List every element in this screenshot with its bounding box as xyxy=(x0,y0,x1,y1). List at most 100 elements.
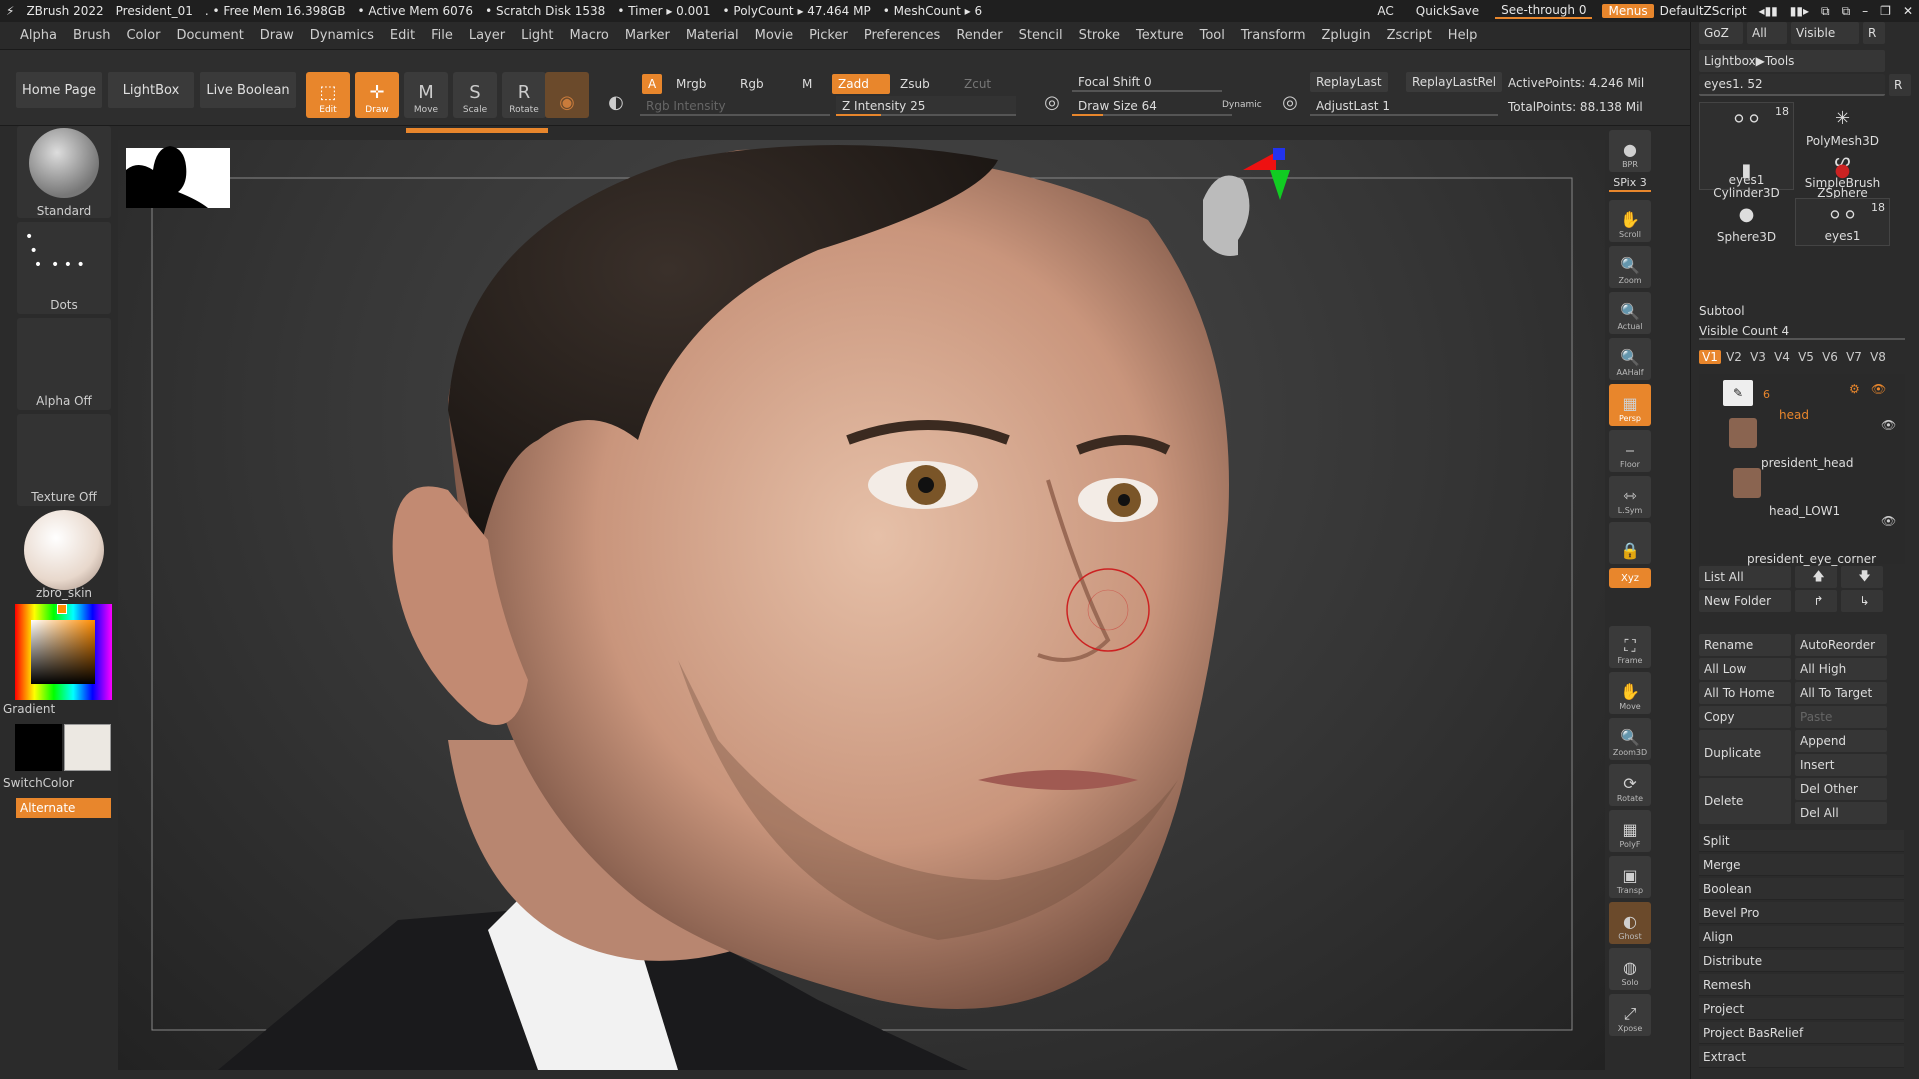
zcut-button[interactable]: Zcut xyxy=(958,74,997,94)
remesh-section[interactable]: Remesh xyxy=(1699,974,1904,996)
visibility-set-v2[interactable]: V2 xyxy=(1723,350,1745,364)
bevel-pro-section[interactable]: Bevel Pro xyxy=(1699,902,1904,924)
focal-shift-slider[interactable]: Focal Shift 0 xyxy=(1072,72,1222,92)
rgb-intensity-slider[interactable]: Rgb Intensity xyxy=(640,96,830,116)
close-icon[interactable]: ✕ xyxy=(1897,4,1919,18)
president-head-thumb[interactable] xyxy=(1729,418,1757,448)
ghost-button[interactable]: ◐ Ghost xyxy=(1609,902,1651,944)
zadd-button[interactable]: Zadd xyxy=(832,74,890,94)
lightbox-tools-button[interactable]: Lightbox▶Tools xyxy=(1699,50,1885,72)
ac-button[interactable]: AC xyxy=(1371,4,1399,18)
color-sphere-button[interactable]: ◐ xyxy=(594,72,638,118)
window-paste-icon[interactable]: ⧉ xyxy=(1836,4,1857,19)
zsub-button[interactable]: Zsub xyxy=(894,74,936,94)
visible-button[interactable]: Visible xyxy=(1791,22,1859,44)
menu-texture[interactable]: Texture xyxy=(1128,28,1192,43)
move-button[interactable]: ✋ Move xyxy=(1609,672,1651,714)
xpose-button[interactable]: ⤢ Xpose xyxy=(1609,994,1651,1036)
menu-edit[interactable]: Edit xyxy=(382,28,423,43)
tool-thumb-sphere3d[interactable]: ● Sphere3D xyxy=(1699,198,1794,246)
folder-gear-icon[interactable]: ⚙ xyxy=(1849,382,1860,396)
visibility-set-v8[interactable]: V8 xyxy=(1867,350,1889,364)
menu-zplugin[interactable]: Zplugin xyxy=(1314,28,1379,43)
material-sphere-button[interactable]: ◉ xyxy=(545,72,589,118)
xyz-button[interactable]: Xyz xyxy=(1609,568,1651,588)
lightbox-button[interactable]: LightBox xyxy=(108,72,194,108)
default-zscript-button[interactable]: DefaultZScript xyxy=(1654,4,1753,18)
hue-marker[interactable] xyxy=(57,604,67,614)
window-copy-icon[interactable]: ⧉ xyxy=(1815,4,1836,19)
del-other-button[interactable]: Del Other xyxy=(1795,778,1887,800)
rgb-button[interactable]: Rgb xyxy=(734,74,770,94)
menu-alpha[interactable]: Alpha xyxy=(12,28,65,43)
lock-button[interactable]: 🔒 xyxy=(1609,522,1651,564)
scroll-button[interactable]: ✋ Scroll xyxy=(1609,200,1651,242)
layout-alt-icon[interactable]: ▮▮▸ xyxy=(1784,4,1815,18)
visibility-set-v1[interactable]: V1 xyxy=(1699,350,1721,364)
polyf-button[interactable]: ▦ PolyF xyxy=(1609,810,1651,852)
tool-thumb-polymesh3d[interactable]: ✳ PolyMesh3D xyxy=(1795,102,1890,150)
subtool-head-low1[interactable]: head_LOW1 xyxy=(1769,504,1840,518)
subtool-list[interactable]: ✎ 6 ⚙ 👁 head president_head head_LOW1 pr… xyxy=(1699,374,1905,566)
all-button[interactable]: All xyxy=(1747,22,1787,44)
alternate-button[interactable]: Alternate xyxy=(16,798,111,818)
append-button[interactable]: Append xyxy=(1795,730,1887,752)
rotate-mode-button[interactable]: R Rotate xyxy=(502,72,546,118)
menu-color[interactable]: Color xyxy=(118,28,168,43)
autoreorder-button[interactable]: AutoReorder xyxy=(1795,634,1887,656)
canvas-viewport[interactable] xyxy=(118,140,1605,1070)
draw-mode-button[interactable]: ✛ Draw xyxy=(355,72,399,118)
delete-button[interactable]: Delete xyxy=(1699,778,1791,824)
z-intensity-slider[interactable]: Z Intensity 25 xyxy=(836,96,1016,116)
folder-in-icon[interactable]: ↳ xyxy=(1841,590,1883,612)
project-basrelief-section[interactable]: Project BasRelief xyxy=(1699,1022,1904,1044)
dynamic-d-icon[interactable]: ◎ xyxy=(1268,72,1312,118)
solo-button[interactable]: ◍ Solo xyxy=(1609,948,1651,990)
a-button[interactable]: A xyxy=(642,74,663,94)
brush-selector[interactable]: Standard xyxy=(17,126,111,218)
focal-shift-icon[interactable]: ◎ xyxy=(1030,72,1074,118)
replay-last-rel-button[interactable]: ReplayLastRel xyxy=(1406,72,1503,92)
all-high-button[interactable]: All High xyxy=(1795,658,1887,680)
minimize-icon[interactable]: – xyxy=(1856,4,1874,18)
insert-button[interactable]: Insert xyxy=(1795,754,1887,776)
move-mode-button[interactable]: M Move xyxy=(404,72,448,118)
l-sym-button[interactable]: ⇿ L.Sym xyxy=(1609,476,1651,518)
visibility-set-v7[interactable]: V7 xyxy=(1843,350,1865,364)
folder-out-icon[interactable]: ↱ xyxy=(1795,590,1837,612)
new-folder-button[interactable]: New Folder xyxy=(1699,590,1791,612)
menu-tool[interactable]: Tool xyxy=(1192,28,1233,43)
menu-file[interactable]: File xyxy=(423,28,461,43)
menu-preferences[interactable]: Preferences xyxy=(856,28,948,43)
visibility-set-v5[interactable]: V5 xyxy=(1795,350,1817,364)
dynamic-toggle[interactable]: Dynamic xyxy=(1222,100,1262,110)
menu-draw[interactable]: Draw xyxy=(252,28,302,43)
alpha-selector[interactable]: Alpha Off xyxy=(17,318,111,410)
subtool-president-head[interactable]: president_head xyxy=(1761,456,1854,470)
rename-button[interactable]: Rename xyxy=(1699,634,1791,656)
restore-icon[interactable]: ❐ xyxy=(1874,4,1897,18)
edit-mode-button[interactable]: ⬚ Edit xyxy=(306,72,350,118)
goz-button[interactable]: GoZ xyxy=(1699,22,1743,44)
menu-picker[interactable]: Picker xyxy=(801,28,856,43)
paste-button[interactable]: Paste xyxy=(1795,706,1887,728)
duplicate-button[interactable]: Duplicate xyxy=(1699,730,1791,776)
folder-eye-icon[interactable]: 👁 xyxy=(1871,382,1886,396)
visibility-set-v4[interactable]: V4 xyxy=(1771,350,1793,364)
menu-stencil[interactable]: Stencil xyxy=(1011,28,1071,43)
del-all-button[interactable]: Del All xyxy=(1795,802,1887,824)
extract-section[interactable]: Extract xyxy=(1699,1046,1904,1068)
copy-button[interactable]: Copy xyxy=(1699,706,1791,728)
replay-last-button[interactable]: ReplayLast xyxy=(1310,72,1388,92)
distribute-section[interactable]: Distribute xyxy=(1699,950,1904,972)
secondary-color-swatch[interactable] xyxy=(64,724,111,771)
head-low-thumb[interactable] xyxy=(1733,468,1761,498)
transp-button[interactable]: ▣ Transp xyxy=(1609,856,1651,898)
persp-button[interactable]: ▦ Persp xyxy=(1609,384,1651,426)
bpr-button[interactable]: ● BPR xyxy=(1609,130,1651,172)
scale-mode-button[interactable]: S Scale xyxy=(453,72,497,118)
spix-3-button[interactable]: SPix 3 xyxy=(1609,176,1651,192)
zoom-button[interactable]: 🔍 Zoom xyxy=(1609,246,1651,288)
floor-button[interactable]: ⎯ Floor xyxy=(1609,430,1651,472)
all-low-button[interactable]: All Low xyxy=(1699,658,1791,680)
